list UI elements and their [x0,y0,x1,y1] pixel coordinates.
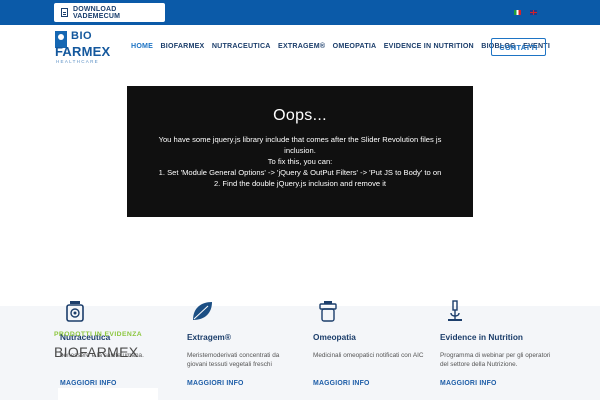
download-vademecum-label: DOWNLOAD VADEMECUM [72,5,121,20]
slider-error-box: Oops... You have some jquery.js library … [127,86,473,217]
contatti-button[interactable]: CONTATTI [491,38,546,56]
leaf-icon [193,302,212,320]
supplement-bottle-icon [66,301,84,322]
maggiori-info-link[interactable]: MAGGIORI INFO [313,380,370,387]
nav-item-evidence-in-nutrition[interactable]: EVIDENCE IN NUTRITION [384,42,474,50]
error-fix-intro: To fix this, you can: [267,157,333,166]
biofarmex-logo[interactable]: BIO FARMEX HEALTHCARE [55,30,110,67]
download-vademecum-button[interactable]: DOWNLOAD VADEMECUM [54,3,165,22]
maggiori-info-link[interactable]: MAGGIORI INFO [440,380,497,387]
error-title: Oops... [273,107,327,124]
maggiori-info-link[interactable]: MAGGIORI INFO [187,380,244,387]
error-step-1: 1. Set 'Module General Options' -> 'jQue… [158,168,442,177]
nav-item-extragem[interactable]: EXTRAGEM® [278,42,325,50]
feature-text: Programma di webinar per gli operatori d… [440,352,551,368]
section-title: BIOFARMEX [54,344,139,360]
top-bar: DOWNLOAD VADEMECUM [0,0,600,25]
product-card-preview [58,388,158,400]
english-flag-icon[interactable] [530,10,537,15]
feature-title: Omeopatia [313,332,356,342]
homeopathy-vial-icon [319,301,337,322]
error-step-2: 2. Find the double jQuery.js inclusion a… [213,179,387,188]
document-icon [61,8,68,17]
italian-flag-icon[interactable] [514,10,521,15]
nav-item-omeopatia[interactable]: OMEOPATIA [333,42,377,50]
maggiori-info-link[interactable]: MAGGIORI INFO [60,380,117,387]
feature-text: Meristemoderivati concentrati da giovani… [187,352,280,368]
logo-text-healthcare: HEALTHCARE [56,59,99,64]
logo-text-bio: BIO [71,30,93,42]
feature-title: Extragem® [187,332,231,342]
logo-text-farmex: FARMEX [55,44,111,59]
section-kicker: PRODOTTI IN EVIDENZA [54,331,143,338]
feature-text: Medicinali omeopatici notificati con AIC [313,352,424,359]
nav-item-home[interactable]: HOME [131,42,153,50]
microscope-icon [448,300,462,321]
nav-item-biofarmex[interactable]: BIOFARMEX [160,42,204,50]
error-message: You have some jquery.js library include … [158,135,442,155]
nav-item-nutraceutica[interactable]: NUTRACEUTICA [212,42,271,50]
feature-title: Evidence in Nutrition [440,332,523,342]
